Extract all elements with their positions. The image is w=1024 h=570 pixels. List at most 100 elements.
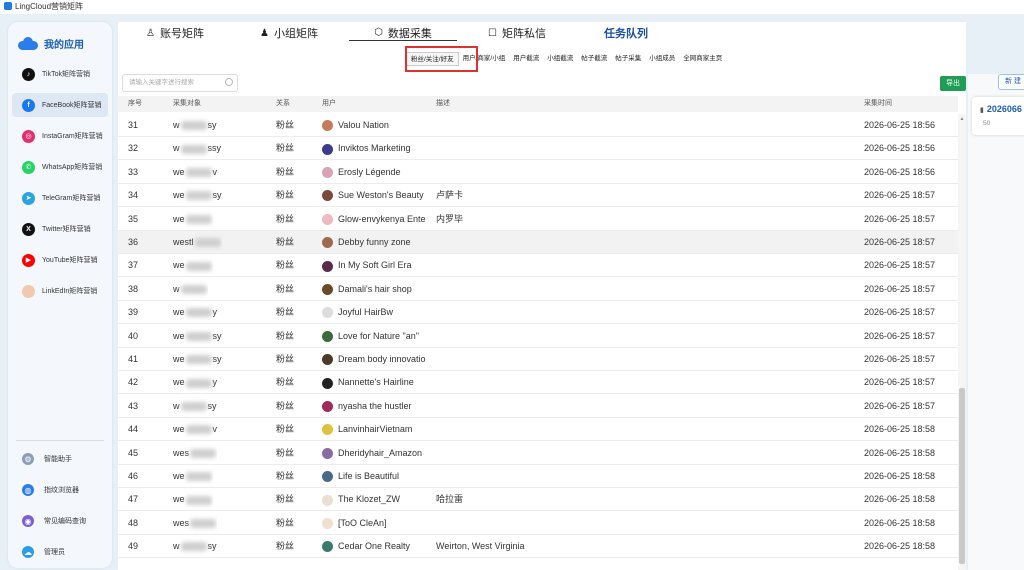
table-row[interactable]: 43 w sy 粉丝 nyasha the hustler 2026-06-25 18:5… xyxy=(118,395,958,418)
subtab-post-collect[interactable]: 帖子采集 xyxy=(611,52,645,66)
table-row[interactable]: 32 w ssy 粉丝 Inviktos Marketing 2026-06-25 18:… xyxy=(118,137,958,161)
table-row[interactable]: 49 w sy 粉丝 Cedar One Realty Weirton, West Vir… xyxy=(118,535,958,559)
table-row[interactable]: 31 w sy 粉丝 Valou Nation 2026-06-25 18:56 xyxy=(118,114,958,137)
sidebar-tool-2[interactable]: ◉ 常见编码查询 xyxy=(12,510,108,532)
tab-matrix-message[interactable]: ☐ 矩阵私信 xyxy=(488,25,546,41)
sidebar-tool-3[interactable]: ☁ 管理员 xyxy=(12,541,108,563)
subtab-group-intercept[interactable]: 小组截流 xyxy=(543,52,577,66)
avatar xyxy=(322,517,333,529)
sidebar-item-0[interactable]: ♪ TikTok矩阵营销 xyxy=(12,62,108,86)
table-row[interactable]: 44 we v 粉丝 LanvinhairVietnam 2026-06-25 18:58 xyxy=(118,418,958,442)
row-user: Sue Weston's Beauty xyxy=(322,184,426,207)
col-header-user[interactable]: 用户 xyxy=(322,96,426,112)
row-target-prefix: we xyxy=(173,494,185,505)
sidebar-tool-0[interactable]: ⚙ 智能助手 xyxy=(12,448,108,470)
export-button[interactable]: 导出 xyxy=(940,76,966,91)
row-user-name: LanvinhairVietnam xyxy=(338,424,413,435)
row-user: Dream body innovations xyxy=(322,348,426,371)
row-target: w ssy xyxy=(173,137,221,160)
sidebar-item-1[interactable]: f FaceBook矩阵营销 xyxy=(12,93,108,117)
task-card-date: 2026066 xyxy=(980,104,1022,114)
table-row[interactable]: 47 we 粉丝 The Klozet_ZW 哈拉雷 2026-06-25 18:58 xyxy=(118,488,958,512)
row-user: Valou Nation xyxy=(322,114,426,137)
scroll-up-arrow-icon[interactable]: ▲ xyxy=(958,116,966,122)
table-row[interactable]: 46 we 粉丝 Life is Beautiful 2026-06-25 18:58 xyxy=(118,465,958,488)
sidebar-item-3[interactable]: ✆ WhatsApp矩阵营销 xyxy=(12,155,108,179)
table-row[interactable]: 34 we sy 粉丝 Sue Weston's Beauty 卢萨卡 2026-06-25… xyxy=(118,184,958,208)
tab-account-matrix[interactable]: ♙ 账号矩阵 xyxy=(146,25,204,41)
redacted-blur xyxy=(180,542,207,552)
avatar xyxy=(322,494,333,506)
row-time: 2026-06-25 18:57 xyxy=(864,354,936,364)
row-target: we xyxy=(173,208,213,231)
table-row[interactable]: 40 we sy 粉丝 Love for Nature "an" 2026-06-25 1… xyxy=(118,325,958,348)
row-number: 31 xyxy=(128,120,139,130)
row-target: westl xyxy=(173,231,222,254)
search-input[interactable]: 请输入关键字进行搜索 xyxy=(122,74,238,92)
row-number: 34 xyxy=(128,190,139,201)
task-card[interactable]: 2026066 50 xyxy=(972,97,1024,135)
sidebar-title: 我的应用 xyxy=(44,39,84,51)
table-row[interactable]: 36 westl 粉丝 Debby funny zone 2026-06-25 18:5… xyxy=(118,231,958,254)
row-user-name: Life is Beautiful xyxy=(338,471,400,481)
avatar xyxy=(322,213,333,225)
row-relation: 粉丝 xyxy=(276,166,295,177)
new-task-button[interactable]: 新 建 xyxy=(998,74,1024,90)
redacted-blur xyxy=(180,284,207,294)
table-row[interactable]: 39 we y 粉丝 Joyful HairBw 2026-06-25 18:57 xyxy=(118,301,958,325)
subtab-post-intercept[interactable]: 帖子截流 xyxy=(577,52,611,66)
subtab-merchant-pages[interactable]: 全网商家主页 xyxy=(679,52,726,66)
redacted-blur xyxy=(185,191,212,201)
row-number: 41 xyxy=(128,354,139,364)
main-panel: ♙ 账号矩阵 ♟ 小组矩阵 ⬡ 数据采集 ☐ 矩阵私信 任务队列 粉丝/关注/好友 用户… xyxy=(118,22,966,570)
row-user-name: Damali's hair shop xyxy=(338,283,412,294)
tab-data-collection[interactable]: ⬡ 数据采集 xyxy=(349,25,457,41)
table-row[interactable]: 45 wes 粉丝 Dheridyhair_Amazon 2026-06-25 18:5… xyxy=(118,442,958,465)
row-target-prefix: wes xyxy=(173,517,190,528)
sidebar-item-label: LinkEdIn矩阵营销 xyxy=(42,288,98,295)
table-row[interactable]: 48 wes 粉丝 [ToO CleAn] 2026-06-25 18:58 xyxy=(118,512,958,535)
row-time: 2026-06-25 18:57 xyxy=(864,213,936,224)
task-card-count: 50 xyxy=(983,120,991,127)
col-header-target[interactable]: 采集对象 xyxy=(173,96,201,112)
subtab-group-members[interactable]: 小组成员 xyxy=(645,52,679,66)
group-icon: ♟ xyxy=(260,27,269,39)
redacted-blur xyxy=(180,144,207,154)
table-row[interactable]: 42 we y 粉丝 Nannette's Hairline 2026-06-25 18:… xyxy=(118,371,958,395)
col-header-desc[interactable]: 描述 xyxy=(436,96,556,112)
row-target-suffix: y xyxy=(212,377,218,388)
redacted-blur xyxy=(194,238,221,248)
table-scrollbar[interactable]: ▲ xyxy=(958,114,966,570)
table-row[interactable]: 41 we sy 粉丝 Dream body innovations 2026-06-25… xyxy=(118,348,958,371)
redacted-blur xyxy=(180,401,207,411)
row-time: 2026-06-25 18:58 xyxy=(864,447,936,458)
sidebar-tool-1[interactable]: ◍ 指纹浏览器 xyxy=(12,479,108,501)
tab-task-queue[interactable]: 任务队列 xyxy=(604,25,648,41)
sidebar-item-6[interactable]: ▶ YouTube矩阵营销 xyxy=(12,248,108,272)
sidebar-item-2[interactable]: ◎ InstaGram矩阵营销 xyxy=(12,124,108,148)
sidebar-item-5[interactable]: X Twitter矩阵营销 xyxy=(12,217,108,241)
table-row[interactable]: 33 we v 粉丝 Erosly Légende 2026-06-25 18:56 xyxy=(118,161,958,184)
sidebar-item-4[interactable]: ➤ TeleGram矩阵营销 xyxy=(12,186,108,210)
avatar xyxy=(322,143,333,155)
tab-group-matrix[interactable]: ♟ 小组矩阵 xyxy=(260,25,318,41)
table-row[interactable]: 38 w 粉丝 Damali's hair shop 2026-06-25 18:57 xyxy=(118,278,958,301)
scroll-thumb[interactable] xyxy=(959,388,965,564)
table-row[interactable]: 37 we 粉丝 In My Soft Girl Era 2026-06-25 18:5… xyxy=(118,254,958,278)
subtab-user-intercept[interactable]: 用户截流 xyxy=(509,52,543,66)
redacted-blur xyxy=(180,121,207,131)
row-user: nyasha the hustler xyxy=(322,395,426,418)
sidebar-item-7[interactable]: LinkEdIn矩阵营销 xyxy=(12,279,108,303)
row-time: 2026-06-25 18:57 xyxy=(864,190,936,201)
annotation-highlight-box xyxy=(405,46,478,72)
row-target-suffix: v xyxy=(212,166,218,177)
row-user: Glow-envykenya Enterprises xyxy=(322,208,426,231)
col-header-no[interactable]: 序号 xyxy=(128,96,142,112)
row-time: 2026-06-25 18:56 xyxy=(864,166,936,177)
table-row[interactable]: 35 we 粉丝 Glow-envykenya Enterprises 内罗毕 2026-… xyxy=(118,208,958,231)
sidebar-item-label: YouTube矩阵营销 xyxy=(42,257,98,264)
col-header-time[interactable]: 采集时间 xyxy=(864,96,892,112)
col-header-relation[interactable]: 关系 xyxy=(276,96,290,112)
row-relation: 粉丝 xyxy=(276,190,295,201)
search-icon[interactable] xyxy=(225,78,233,86)
